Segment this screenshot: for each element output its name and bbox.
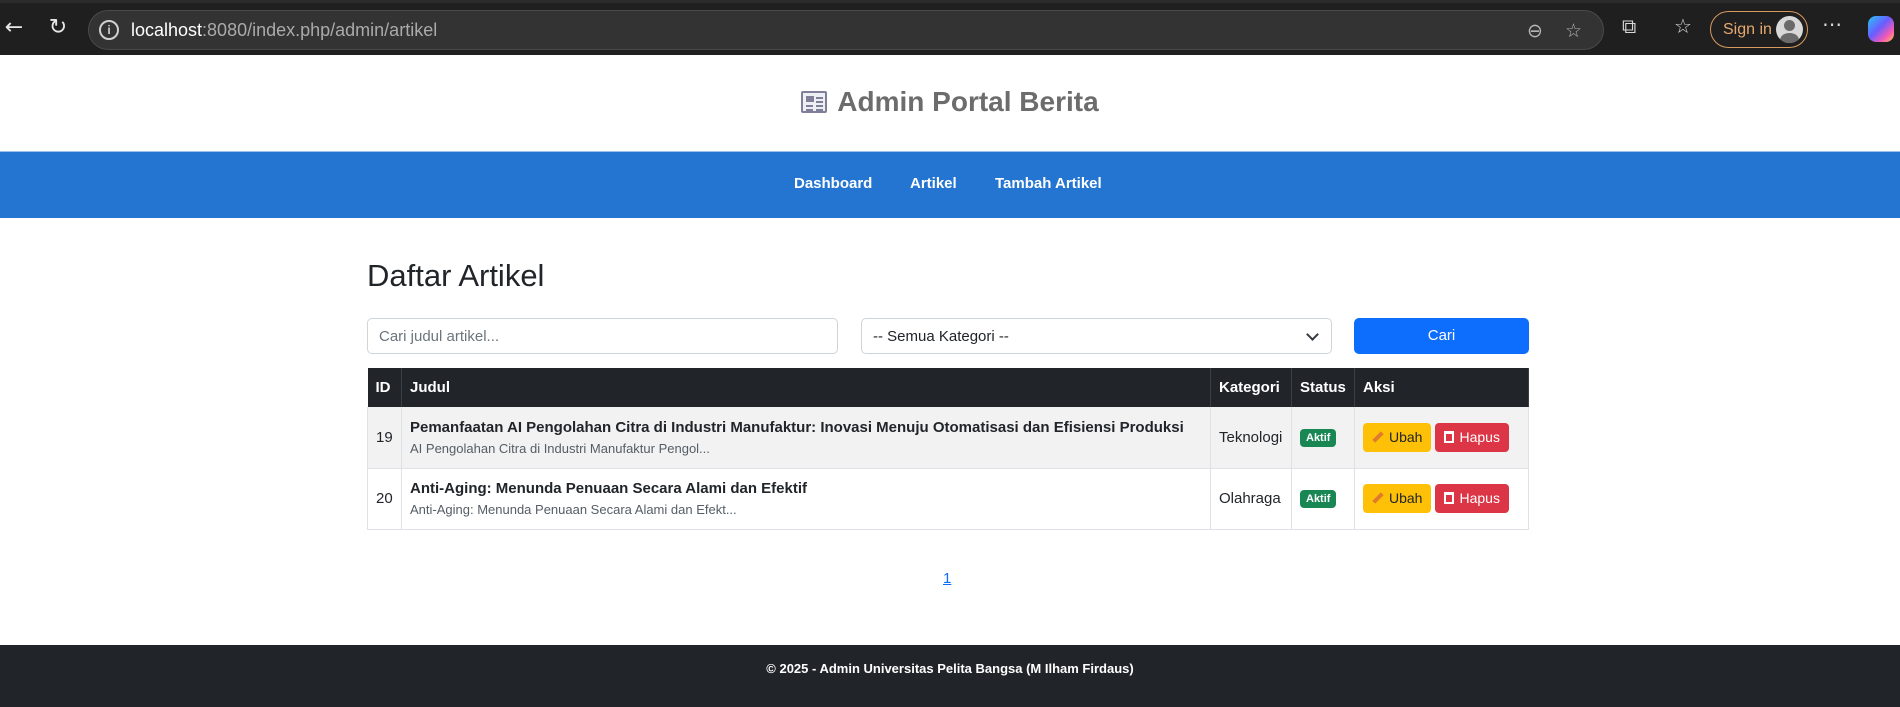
search-input[interactable] xyxy=(367,318,838,354)
footer-text: © 2025 - Admin Universitas Pelita Bangsa… xyxy=(766,661,1134,676)
col-header-status: Status xyxy=(1291,368,1355,407)
cell-judul: Pemanfaatan AI Pengolahan Citra di Indus… xyxy=(401,407,1211,469)
cell-aksi: Ubah Hapus xyxy=(1354,468,1529,530)
avatar-icon xyxy=(1776,16,1803,43)
site-footer: © 2025 - Admin Universitas Pelita Bangsa… xyxy=(0,645,1900,707)
trash-icon xyxy=(1444,492,1455,504)
site-title-text: Admin Portal Berita xyxy=(837,86,1099,117)
col-header-aksi: Aksi xyxy=(1354,368,1529,407)
table-row: 19 Pemanfaatan AI Pengolahan Citra di In… xyxy=(367,407,1529,469)
pencil-icon xyxy=(1372,492,1384,504)
cell-status: Aktif xyxy=(1291,468,1355,530)
favorites-icon[interactable]: ☆ xyxy=(1674,14,1692,38)
article-title: Anti-Aging: Menunda Penuaan Secara Alami… xyxy=(410,480,808,497)
edit-label: Ubah xyxy=(1389,428,1423,445)
edit-label: Ubah xyxy=(1389,490,1423,506)
newspaper-icon xyxy=(801,91,828,113)
status-badge: Aktif xyxy=(1300,428,1337,447)
sign-in-button[interactable]: Sign in xyxy=(1710,11,1808,48)
cell-kategori: Olahraga xyxy=(1210,468,1292,530)
address-bar[interactable]: i localhost:8080/index.php/admin/artikel… xyxy=(88,10,1604,50)
col-header-id: ID xyxy=(367,368,402,407)
cell-status: Aktif xyxy=(1291,407,1355,469)
site-header: Admin Portal Berita xyxy=(0,55,1900,151)
delete-button[interactable]: Hapus xyxy=(1435,422,1509,452)
url-text[interactable]: localhost:8080/index.php/admin/artikel xyxy=(131,20,437,41)
back-arrow-icon[interactable]: ← xyxy=(0,14,28,42)
pagination-page-link[interactable]: 1 xyxy=(943,570,951,587)
copilot-icon[interactable] xyxy=(1868,16,1894,42)
table-row: 20 Anti-Aging: Menunda Penuaan Secara Al… xyxy=(367,468,1529,530)
delete-label: Hapus xyxy=(1459,428,1500,445)
trash-icon xyxy=(1444,430,1455,443)
delete-button[interactable]: Hapus xyxy=(1435,484,1509,513)
edit-button[interactable]: Ubah xyxy=(1363,484,1432,513)
cell-kategori: Teknologi xyxy=(1210,407,1292,469)
main-nav: Dashboard Artikel Tambah Artikel xyxy=(0,151,1900,218)
category-select[interactable]: -- Semua Kategori -- xyxy=(861,318,1332,354)
tab-strip-edge xyxy=(0,0,1900,3)
site-info-icon[interactable]: i xyxy=(99,20,119,40)
status-badge: Aktif xyxy=(1300,490,1337,508)
table-header-row: ID Judul Kategori Status Aksi xyxy=(367,368,1529,407)
search-button[interactable]: Cari xyxy=(1354,318,1529,354)
edit-button[interactable]: Ubah xyxy=(1363,422,1432,452)
content-heading: Daftar Artikel xyxy=(367,258,545,293)
nav-tambah-artikel[interactable]: Tambah Artikel xyxy=(995,175,1102,192)
browser-toolbar: ← ↻ i localhost:8080/index.php/admin/art… xyxy=(0,0,1900,55)
cell-aksi: Ubah Hapus xyxy=(1354,407,1529,469)
cell-judul: Anti-Aging: Menunda Penuaan Secara Alami… xyxy=(401,468,1211,530)
more-options-icon[interactable]: ⋯ xyxy=(1822,12,1842,36)
col-header-kategori: Kategori xyxy=(1210,368,1292,407)
nav-dashboard[interactable]: Dashboard xyxy=(794,175,872,192)
nav-artikel[interactable]: Artikel xyxy=(910,175,957,192)
refresh-icon[interactable]: ↻ xyxy=(44,14,72,42)
cell-id: 19 xyxy=(367,407,402,469)
category-selected-value: -- Semua Kategori -- xyxy=(873,328,1009,345)
chevron-down-icon xyxy=(1306,328,1319,341)
sign-in-label: Sign in xyxy=(1723,21,1772,38)
articles-table: ID Judul Kategori Status Aksi 19 Pemanfa… xyxy=(367,368,1529,530)
url-path: :8080/index.php/admin/artikel xyxy=(202,20,438,40)
article-title: Pemanfaatan AI Pengolahan Citra di Indus… xyxy=(410,418,1184,436)
article-excerpt: Anti-Aging: Menunda Penuaan Secara Alami… xyxy=(410,502,737,517)
url-host: localhost xyxy=(131,20,203,40)
extensions-icon[interactable]: ⧉ xyxy=(1622,14,1636,38)
favorite-star-icon[interactable]: ☆ xyxy=(1565,20,1582,42)
cell-id: 20 xyxy=(367,468,402,530)
delete-label: Hapus xyxy=(1459,490,1500,506)
zoom-out-icon[interactable]: ⊖ xyxy=(1527,20,1543,42)
page-title: Admin Portal Berita xyxy=(0,86,1900,118)
col-header-judul: Judul xyxy=(401,368,1211,407)
pencil-icon xyxy=(1372,431,1384,443)
article-excerpt: AI Pengolahan Citra di Industri Manufakt… xyxy=(410,440,710,456)
